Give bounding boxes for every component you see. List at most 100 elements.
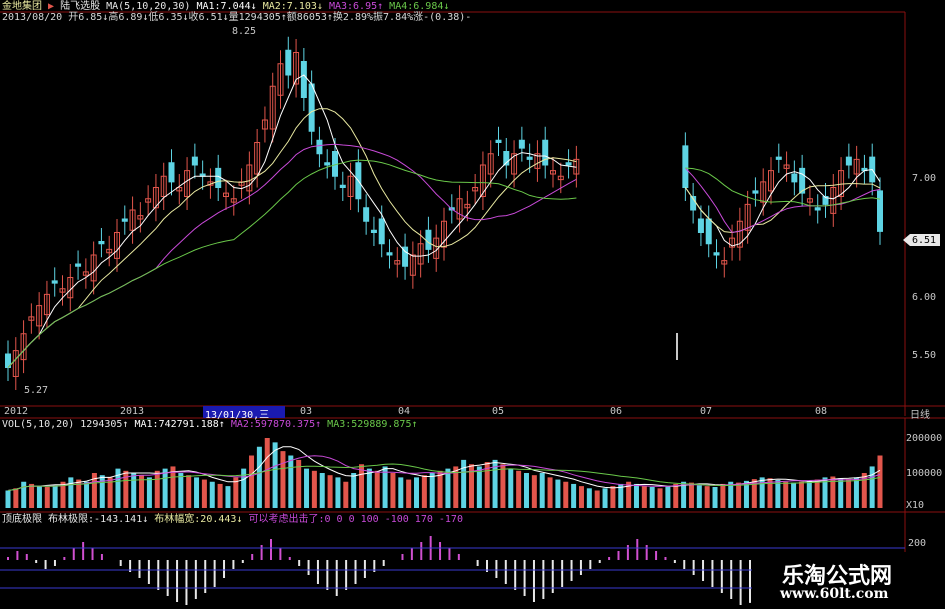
volume-bar [633,483,639,508]
flag-icon: ▶ [48,1,55,12]
volume-bar [327,475,333,508]
volume-value: 1294305↑ [80,419,129,430]
candle-body [752,190,759,194]
volume-bar [704,486,710,508]
volume-bar [791,482,797,508]
volume-bar [201,479,207,508]
watermark: 乐淘公式网 www.60lt.com [752,552,945,609]
time-tick-07: 07 [700,406,713,417]
volume-bar [343,481,349,508]
time-tick-04: 04 [398,406,411,417]
candlestick-series [5,36,883,390]
candle-body [518,139,525,149]
volume-bar [374,470,380,508]
period-label[interactable]: 日线 [910,406,930,421]
volume-ma20-line [7,463,881,491]
volume-bar [838,478,844,508]
candle-body [791,173,798,183]
candle-body [877,190,883,232]
volume-bar [131,473,137,508]
volume-bar [414,477,420,508]
volume-bar [869,466,875,508]
volume-tick-100000: 100000 [906,468,943,479]
volume-bar [99,475,105,508]
volume-bar [186,475,192,508]
candle-body [697,218,704,233]
volume-bar [225,486,231,508]
candle-body [339,184,346,188]
indicator-tick-200: 200 [908,538,927,549]
volume-bar [649,487,655,508]
volume-bar [665,486,671,508]
ma30-line [7,159,881,368]
candle-body [565,162,572,166]
candle-body [799,167,806,194]
candle-body [775,156,782,160]
candle-body [713,252,720,256]
candle-body [814,207,821,211]
volume-bar [846,479,852,508]
volume-ma1: MA1:742791.188↑ [134,419,225,430]
volume-bar [217,483,223,508]
volume-bar [256,446,262,508]
volume-bar [720,483,726,508]
volume-bar [783,481,789,508]
volume-ma3: MA3:529889.875↑ [327,419,418,430]
time-tick-06: 06 [610,406,623,417]
volume-title: VOL(5,10,20) [2,419,75,430]
volume-bar [335,477,341,508]
volume-bar [390,473,396,508]
volume-bar [13,488,19,508]
time-tick-03: 03 [300,406,313,417]
volume-bar [571,483,577,508]
volume-bar [421,475,427,508]
volume-bar [406,479,412,508]
volume-bar [249,455,255,508]
volume-bar [547,477,553,508]
volume-bar [641,486,647,508]
volume-bar [162,468,168,508]
volume-bar [84,481,90,508]
volume-bar [712,487,718,508]
candle-body [495,139,502,143]
time-tick-08: 08 [815,406,828,417]
volume-bar [657,488,663,508]
volume-bar [877,455,883,508]
volume-bar [359,464,365,508]
candle-body [324,162,331,166]
time-tick-05: 05 [492,406,505,417]
indicator-name[interactable]: 陆飞选股 [60,1,100,12]
volume-bar [154,470,160,508]
stock-name[interactable]: 金地集团 [2,1,42,12]
volume-bar [382,466,388,508]
volume-unit: X10 [906,500,925,511]
volume-bar [500,464,506,508]
volume-bar [814,479,820,508]
volume-tick-200000: 200000 [906,433,943,444]
candle-body [168,162,175,183]
candle-body [845,156,852,166]
volume-bar [366,468,372,508]
volume-bar [673,483,679,508]
indicator-title: 顶底极限 [2,514,42,525]
volume-bar [853,477,859,508]
candle-body [705,218,712,245]
volume-bar [775,480,781,508]
candle-body [363,207,370,222]
volume-bar [437,470,443,508]
volume-bar [555,479,561,508]
volume-bar [688,482,694,508]
volume-bar [594,490,600,508]
candle-body [285,49,292,76]
volume-ma-lines [7,446,881,491]
volume-bar [5,490,11,508]
volume-bar [209,481,215,508]
candle-body [191,156,198,166]
volume-bar [351,473,357,508]
volume-bar [523,473,529,508]
volume-bar [264,438,270,508]
volume-bar [578,486,584,508]
volume-bar [445,468,451,508]
candle-body [542,139,549,166]
volume-bar [610,486,616,508]
